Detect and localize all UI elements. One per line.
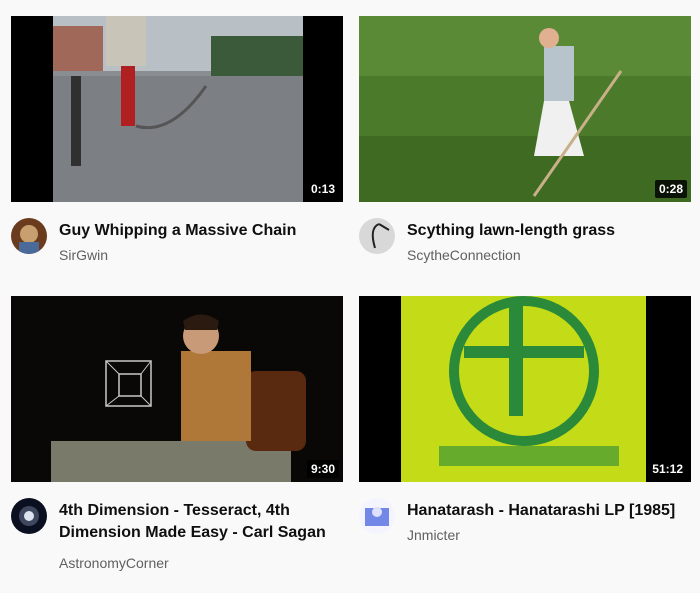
thumbnail-scything-grass-image <box>359 16 691 202</box>
video-duration: 0:28 <box>654 180 687 198</box>
channel-avatar[interactable] <box>359 498 395 534</box>
video-card[interactable]: 51:12 Hanatarash - Hanatarashi LP [1985]… <box>359 296 691 572</box>
video-card[interactable]: 9:30 4th Dimension - Tesseract, 4th Dime… <box>11 296 343 572</box>
video-thumbnail[interactable]: 0:28 <box>359 16 691 202</box>
video-duration: 51:12 <box>648 460 687 478</box>
video-duration: 0:13 <box>306 180 339 198</box>
channel-name[interactable]: Jnmicter <box>407 526 460 544</box>
channel-avatar[interactable] <box>359 218 395 254</box>
channel-name[interactable]: ScytheConnection <box>407 246 521 264</box>
video-thumbnail[interactable]: 9:30 <box>11 296 343 482</box>
channel-name[interactable]: SirGwin <box>59 246 108 264</box>
channel-name[interactable]: AstronomyCorner <box>59 554 169 572</box>
video-thumbnail[interactable]: 51:12 <box>359 296 691 482</box>
video-card[interactable]: 0:13 Guy Whipping a Massive Chain SirGwi… <box>11 16 343 292</box>
video-title[interactable]: Scything lawn-length grass <box>407 220 687 242</box>
video-thumbnail[interactable]: 0:13 <box>11 16 343 202</box>
video-title[interactable]: Guy Whipping a Massive Chain <box>59 220 339 242</box>
video-card[interactable]: 0:28 Scything lawn-length grass ScytheCo… <box>359 16 691 292</box>
video-title[interactable]: Hanatarash - Hanatarashi LP [1985] <box>407 500 687 522</box>
thumbnail-hanatarash-album-image <box>359 296 691 482</box>
video-title[interactable]: 4th Dimension - Tesseract, 4th Dimension… <box>59 500 339 544</box>
channel-avatar[interactable] <box>11 218 47 254</box>
thumbnail-chain-street-image <box>11 16 343 202</box>
video-duration: 9:30 <box>306 460 339 478</box>
thumbnail-tesseract-lecture-image <box>11 296 343 482</box>
channel-avatar[interactable] <box>11 498 47 534</box>
